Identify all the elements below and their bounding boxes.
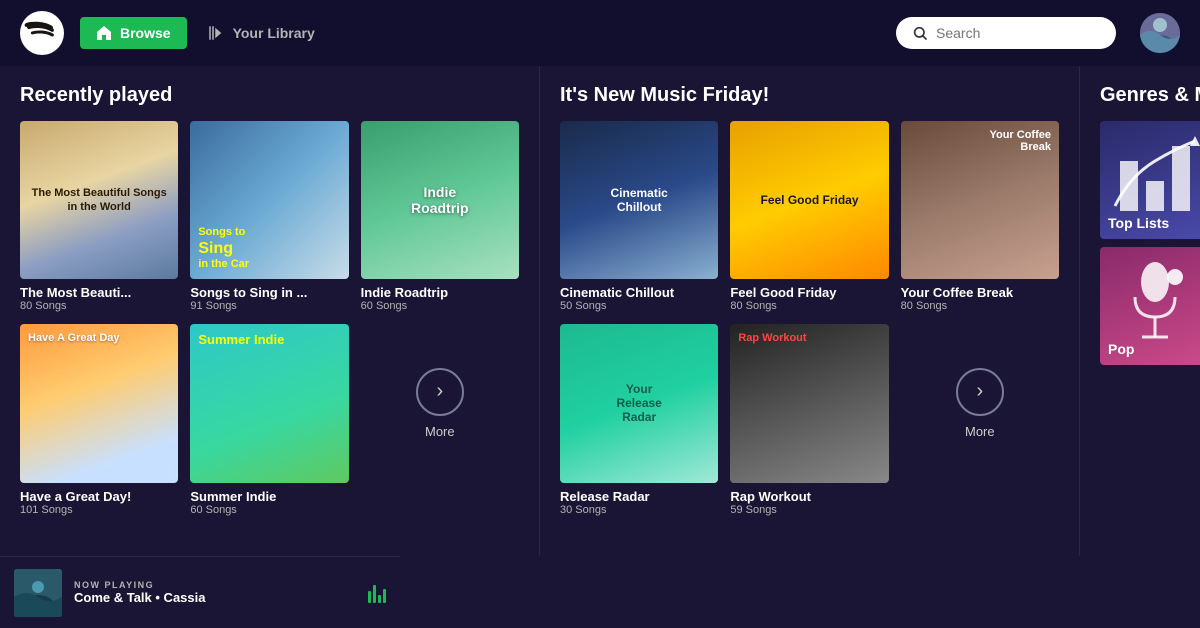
eq-bar-1 bbox=[368, 591, 371, 603]
card-title-3: Have a Great Day! bbox=[20, 489, 178, 504]
card-summer-indie[interactable]: Summer Indie Summer Indie 60 Songs bbox=[190, 324, 348, 515]
art-label-great-day: Have A Great Day bbox=[28, 332, 120, 344]
library-icon bbox=[207, 24, 225, 42]
card-img-cinematic: CinematicChillout bbox=[560, 121, 718, 279]
art-text-most-beautiful: The Most Beautiful Songs in the World bbox=[32, 186, 167, 215]
card-coffee-break[interactable]: Your CoffeeBreak Your Coffee Break 80 So… bbox=[901, 121, 1059, 312]
more-label-nm: More bbox=[965, 424, 995, 439]
avatar[interactable] bbox=[1140, 13, 1180, 53]
more-circle-nm: › bbox=[956, 368, 1004, 416]
card-img-songs-sing: Songs toSingin the Car bbox=[190, 121, 348, 279]
card-img-indie: IndieRoadtrip bbox=[361, 121, 519, 279]
card-subtitle-3: 101 Songs bbox=[20, 504, 178, 516]
card-most-beautiful[interactable]: The Most Beautiful Songs in the World Th… bbox=[20, 121, 178, 312]
recently-played-title: Recently played bbox=[20, 84, 519, 107]
now-playing-info: NOW PLAYING Come & Talk • Cassia bbox=[74, 580, 356, 605]
art-label-indie: IndieRoadtrip bbox=[411, 184, 469, 216]
equalizer-bars bbox=[368, 583, 386, 603]
genre-label-top-lists: Top Lists bbox=[1108, 215, 1169, 231]
card-title-nm-0: Cinematic Chillout bbox=[560, 285, 718, 300]
card-title-nm-1: Feel Good Friday bbox=[730, 285, 888, 300]
card-img-rap: Rap Workout bbox=[730, 324, 888, 482]
now-playing-art bbox=[14, 569, 62, 617]
genre-top-lists[interactable]: Top Lists bbox=[1100, 121, 1200, 239]
card-subtitle-0: 80 Songs bbox=[20, 300, 178, 312]
more-btn-nm: › More bbox=[901, 324, 1059, 482]
genres-section: Genres & M Top Lists bbox=[1080, 66, 1200, 556]
home-icon bbox=[96, 25, 112, 41]
art-label-feel-good: Feel Good Friday bbox=[754, 187, 864, 213]
card-release-radar[interactable]: YourReleaseRadar Release Radar 30 Songs bbox=[560, 324, 718, 515]
library-label: Your Library bbox=[233, 25, 315, 41]
card-title-0: The Most Beauti... bbox=[20, 285, 178, 300]
card-indie-roadtrip[interactable]: IndieRoadtrip Indie Roadtrip 60 Songs bbox=[361, 121, 519, 312]
card-title-nm-2: Your Coffee Break bbox=[901, 285, 1059, 300]
card-title-nm-3: Release Radar bbox=[560, 489, 718, 504]
new-music-section: It's New Music Friday! CinematicChillout… bbox=[540, 66, 1080, 556]
genres-title: Genres & M bbox=[1100, 84, 1180, 107]
more-button-recently[interactable]: › More bbox=[361, 324, 519, 515]
browse-button[interactable]: Browse bbox=[80, 17, 187, 49]
genre-pop[interactable]: Pop bbox=[1100, 247, 1200, 365]
art-label-sing: Songs toSingin the Car bbox=[198, 226, 249, 272]
card-title-2: Indie Roadtrip bbox=[361, 285, 519, 300]
more-label-recently: More bbox=[425, 424, 455, 439]
card-cinematic[interactable]: CinematicChillout Cinematic Chillout 50 … bbox=[560, 121, 718, 312]
card-title-1: Songs to Sing in ... bbox=[190, 285, 348, 300]
card-subtitle-nm-1: 80 Songs bbox=[730, 300, 888, 312]
card-subtitle-1: 91 Songs bbox=[190, 300, 348, 312]
card-img-coffee: Your CoffeeBreak bbox=[901, 121, 1059, 279]
card-subtitle-nm-4: 59 Songs bbox=[730, 504, 888, 516]
main-content: Recently played The Most Beautiful Songs… bbox=[0, 66, 1200, 556]
recently-played-grid: The Most Beautiful Songs in the World Th… bbox=[20, 121, 519, 516]
now-playing-song: Come & Talk • Cassia bbox=[74, 590, 356, 605]
card-subtitle-nm-2: 80 Songs bbox=[901, 300, 1059, 312]
card-subtitle-nm-0: 50 Songs bbox=[560, 300, 718, 312]
art-label-rap: Rap Workout bbox=[738, 332, 806, 344]
card-img-great-day: Have A Great Day bbox=[20, 324, 178, 482]
new-music-title: It's New Music Friday! bbox=[560, 84, 1059, 107]
card-img-summer: Summer Indie bbox=[190, 324, 348, 482]
recently-played-section: Recently played The Most Beautiful Songs… bbox=[0, 66, 540, 556]
card-subtitle-4: 60 Songs bbox=[190, 504, 348, 516]
new-music-grid: CinematicChillout Cinematic Chillout 50 … bbox=[560, 121, 1059, 516]
eq-bar-3 bbox=[378, 595, 381, 603]
more-circle: › bbox=[416, 368, 464, 416]
art-label-coffee: Your CoffeeBreak bbox=[989, 129, 1051, 153]
card-rap-workout[interactable]: Rap Workout Rap Workout 59 Songs bbox=[730, 324, 888, 515]
card-great-day[interactable]: Have A Great Day Have a Great Day! 101 S… bbox=[20, 324, 178, 515]
eq-bar-2 bbox=[373, 585, 376, 603]
art-label-cinematic: CinematicChillout bbox=[604, 180, 673, 220]
card-img-most-beautiful: The Most Beautiful Songs in the World bbox=[20, 121, 178, 279]
card-title-4: Summer Indie bbox=[190, 489, 348, 504]
search-input[interactable] bbox=[936, 25, 1096, 41]
spotify-logo[interactable] bbox=[20, 11, 64, 55]
card-feel-good[interactable]: Feel Good Friday Feel Good Friday 80 Son… bbox=[730, 121, 888, 312]
art-label-summer: Summer Indie bbox=[198, 332, 284, 347]
more-btn-inner: › More bbox=[361, 324, 519, 482]
library-nav[interactable]: Your Library bbox=[207, 24, 315, 42]
card-songs-sing[interactable]: Songs toSingin the Car Songs to Sing in … bbox=[190, 121, 348, 312]
card-title-nm-4: Rap Workout bbox=[730, 489, 888, 504]
eq-bar-4 bbox=[383, 589, 386, 603]
card-img-feel-good: Feel Good Friday bbox=[730, 121, 888, 279]
now-playing-bar: NOW PLAYING Come & Talk • Cassia bbox=[0, 556, 400, 628]
card-subtitle-2: 60 Songs bbox=[361, 300, 519, 312]
search-bar[interactable] bbox=[896, 17, 1116, 49]
search-icon bbox=[912, 25, 928, 41]
art-label-release: YourReleaseRadar bbox=[610, 376, 667, 430]
browse-label: Browse bbox=[120, 25, 171, 41]
more-button-new-music[interactable]: › More bbox=[901, 324, 1059, 515]
now-playing-label: NOW PLAYING bbox=[74, 580, 356, 590]
card-img-release: YourReleaseRadar bbox=[560, 324, 718, 482]
navbar: Browse Your Library bbox=[0, 0, 1200, 66]
genre-label-pop: Pop bbox=[1108, 341, 1134, 357]
genres-list: Top Lists Pop bbox=[1100, 121, 1180, 373]
card-subtitle-nm-3: 30 Songs bbox=[560, 504, 718, 516]
